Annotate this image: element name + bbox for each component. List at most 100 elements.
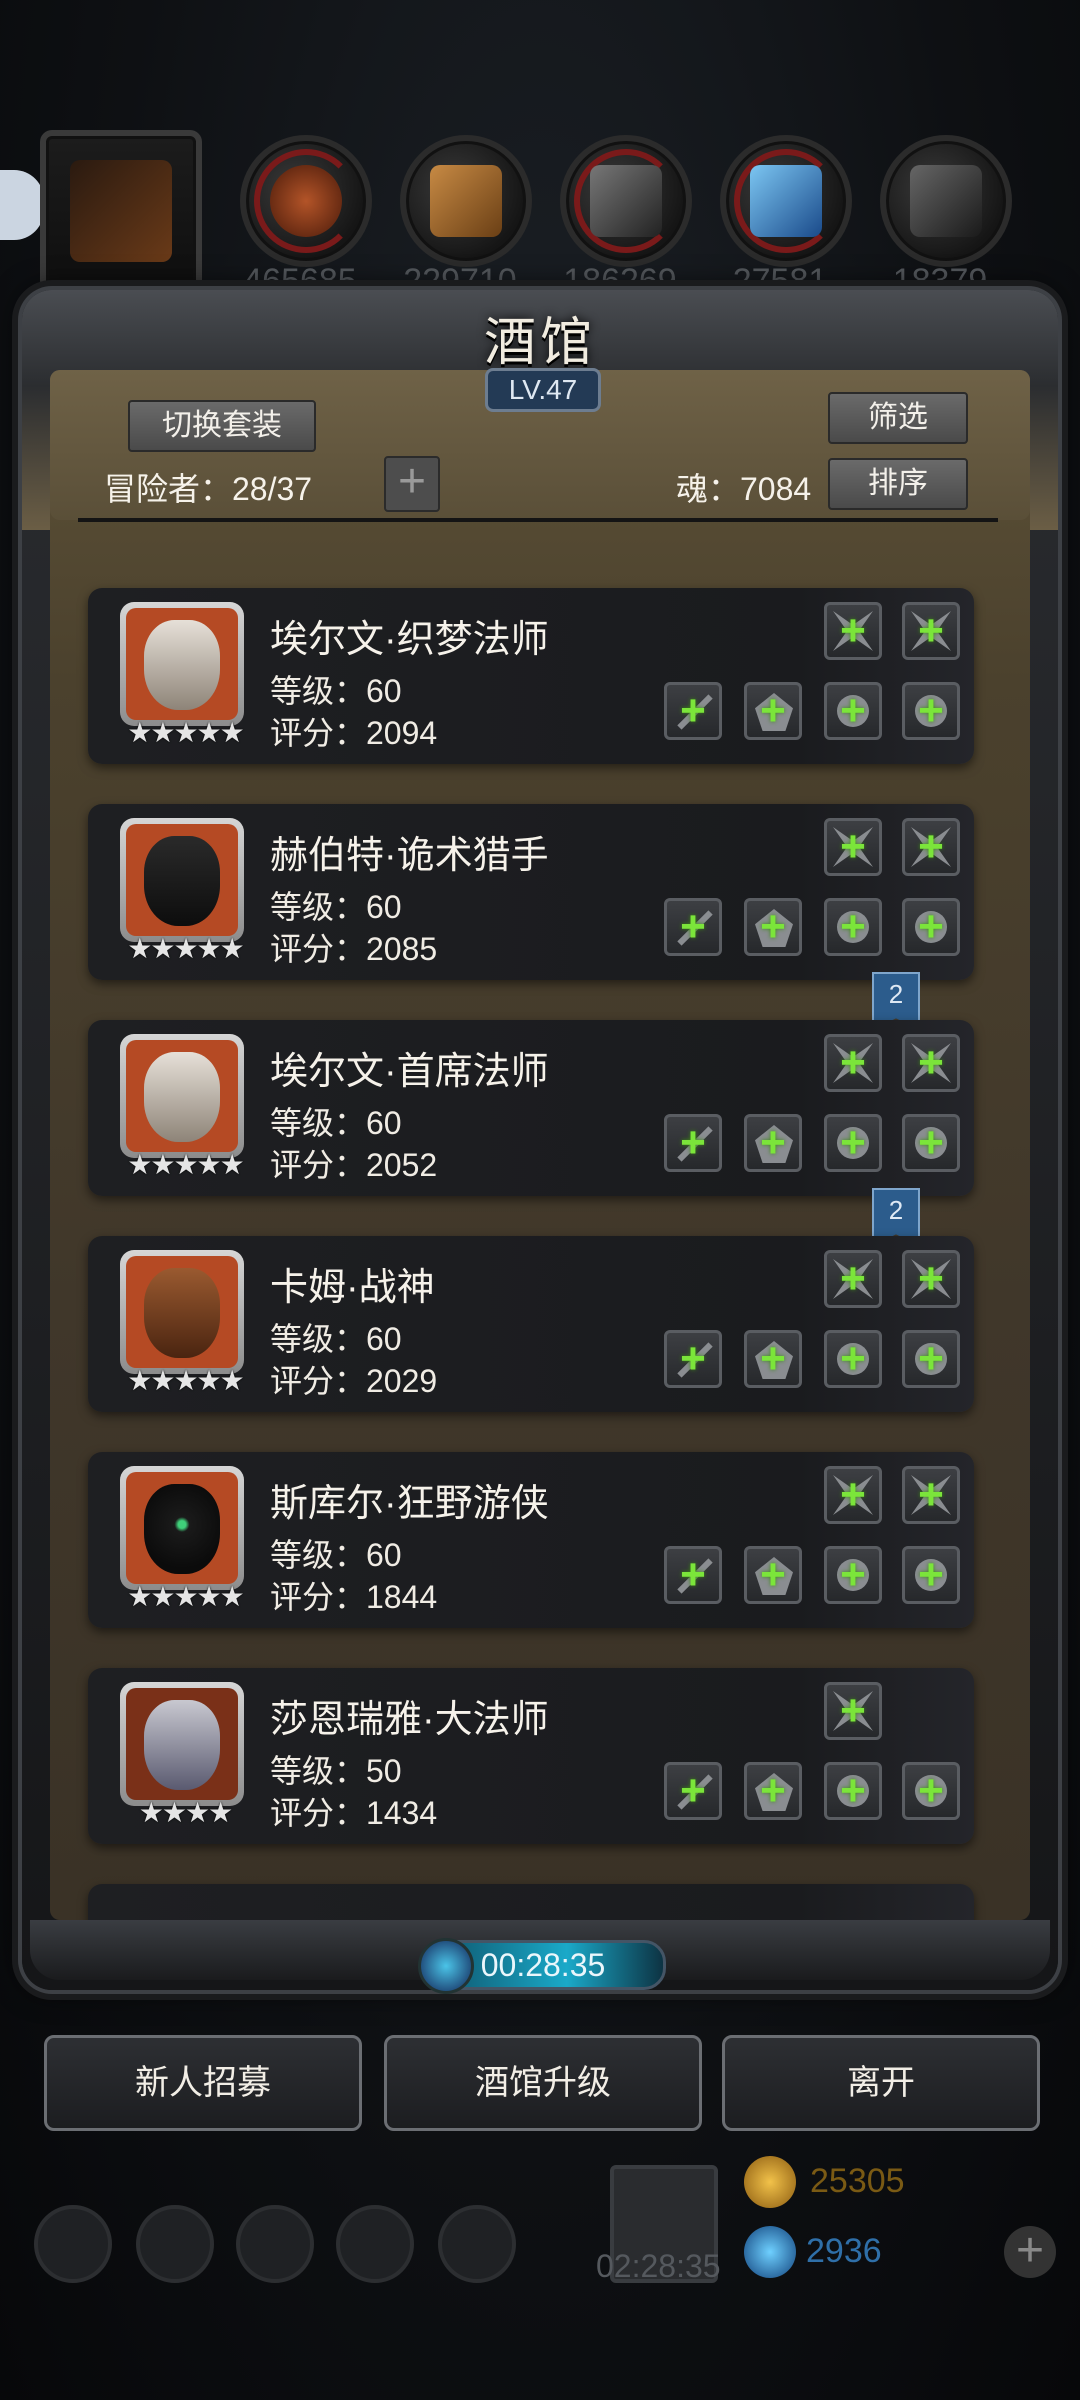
hero-score: 评分：1844 (270, 1579, 438, 1615)
switch-outfit-button[interactable]: 切换套装 (128, 400, 316, 452)
achievement-icon[interactable] (136, 2205, 214, 2283)
warrior-face-icon (144, 1268, 220, 1358)
equip-slot-armor[interactable]: + (824, 1466, 882, 1524)
hero-score: 评分：2029 (270, 1363, 438, 1399)
hero-level: 等级：60 (270, 673, 402, 709)
star-rating: ★★★★★ (127, 1149, 245, 1180)
equip-slot-ring[interactable]: + (902, 1546, 960, 1604)
team-icon[interactable] (438, 2205, 516, 2283)
hero-score: 评分：2052 (270, 1147, 438, 1183)
meat-icon (270, 165, 342, 237)
equip-slot-ring[interactable]: + (824, 1114, 882, 1172)
hero-level: 等级：60 (270, 1321, 402, 1357)
equip-slot-ring[interactable]: + (902, 682, 960, 740)
hero-card[interactable]: ★★★★★ 赫伯特·诡术猎手 等级：60 评分：2085 + + + + + + (88, 804, 974, 980)
leave-button[interactable]: 离开 (722, 2035, 1040, 2131)
wood-icon (430, 165, 502, 237)
hero-card[interactable]: ★★★★ 莎恩瑞雅·大法师 等级：50 评分：1434 + + + + + (88, 1668, 974, 1844)
equip-slot-helm[interactable]: + (744, 1114, 802, 1172)
resource-slot-selected[interactable] (40, 130, 202, 292)
hero-card[interactable]: ★★★★★ 埃尔文·织梦法师 等级：60 评分：2094 + + + + + + (88, 588, 974, 764)
equip-slot-helm[interactable]: + (744, 898, 802, 956)
star-rating: ★★★★★ (127, 717, 245, 748)
recruit-button[interactable]: 新人招募 (44, 2035, 362, 2131)
equip-slot-ring[interactable]: + (902, 1762, 960, 1820)
hero-name: 埃尔文·首席法师 (270, 1051, 549, 1093)
equip-slot-armor[interactable]: + (824, 1034, 882, 1092)
hooded-face-icon (144, 1484, 220, 1574)
hero-level: 等级：60 (270, 889, 402, 925)
masked-face-icon (144, 836, 220, 926)
equip-slot-weapon[interactable]: + (664, 1762, 722, 1820)
equip-slot-ring[interactable]: + (824, 1330, 882, 1388)
equip-slot-ring[interactable]: + (902, 1114, 960, 1172)
gem-icon (744, 2226, 796, 2278)
equip-slot-weapon[interactable]: + (664, 898, 722, 956)
equip-slot-armor[interactable]: + (824, 602, 882, 660)
hero-card[interactable]: ★★★★★ 卡姆·战神 等级：60 评分：2029 + + + + + + (88, 1236, 974, 1412)
star-rating: ★★★★★ (127, 1365, 245, 1396)
equip-slot-armor[interactable]: + (824, 1250, 882, 1308)
equip-slot-weapon[interactable]: + (664, 1114, 722, 1172)
hero-score: 评分：1434 (270, 1795, 438, 1831)
hero-card[interactable]: ★★★★★ 斯库尔·狂野游侠 等级：60 评分：1844 + + + + + + (88, 1452, 974, 1628)
iron-icon (590, 165, 662, 237)
resource-slot-4[interactable] (720, 135, 852, 267)
equip-slot-helm[interactable]: + (744, 1546, 802, 1604)
equip-slot-ring[interactable]: + (824, 1762, 882, 1820)
hero-card[interactable] (88, 1884, 974, 1924)
panel-title: 酒馆 (483, 313, 596, 373)
gift-timer: 02:28:35 (596, 2248, 721, 2284)
hero-portrait (120, 1034, 244, 1158)
equip-slot-helm[interactable]: + (744, 1762, 802, 1820)
mail-icon[interactable] (336, 2205, 414, 2283)
equip-slot-ring[interactable]: + (902, 898, 960, 956)
equip-slot-armor[interactable]: + (824, 1682, 882, 1740)
equip-slot-ring[interactable]: + (824, 898, 882, 956)
hero-level: 等级：50 (270, 1753, 402, 1789)
equip-slot-weapon[interactable]: + (664, 1330, 722, 1388)
settings-icon[interactable] (34, 2205, 112, 2283)
sorceress-face-icon (144, 1700, 220, 1790)
crystal-icon (750, 165, 822, 237)
gold-amount: 25305 (810, 2162, 905, 2200)
add-currency-button[interactable]: + (1004, 2226, 1056, 2278)
equip-slot-armor[interactable]: + (902, 818, 960, 876)
guild-icon[interactable] (236, 2205, 314, 2283)
resource-slot-5[interactable] (880, 135, 1012, 267)
resource-slot-3[interactable] (560, 135, 692, 267)
equip-slot-armor[interactable]: + (902, 602, 960, 660)
star-rating: ★★★★ (138, 1797, 233, 1828)
equip-slot-weapon[interactable]: + (664, 682, 722, 740)
equip-slot-armor[interactable]: + (902, 1034, 960, 1092)
add-slot-button[interactable]: + (384, 456, 440, 512)
adventurer-count: 冒险者：28/37 (104, 471, 313, 507)
equip-slot-ring[interactable]: + (824, 1546, 882, 1604)
equip-slot-ring[interactable]: + (902, 1330, 960, 1388)
equip-slot-armor[interactable]: + (902, 1466, 960, 1524)
equip-slot-ring[interactable]: + (824, 682, 882, 740)
chat-bubble-icon[interactable] (0, 170, 44, 240)
elf-face-icon (144, 1052, 220, 1142)
hero-name: 卡姆·战神 (270, 1267, 435, 1309)
hero-score: 评分：2085 (270, 931, 438, 967)
resource-slot-1[interactable] (240, 135, 372, 267)
hero-level: 等级：60 (270, 1537, 402, 1573)
hero-name: 埃尔文·织梦法师 (270, 619, 549, 661)
filter-button[interactable]: 筛选 (828, 392, 968, 444)
equip-slot-weapon[interactable]: + (664, 1546, 722, 1604)
equip-slot-helm[interactable]: + (744, 682, 802, 740)
sort-button[interactable]: 排序 (828, 458, 968, 510)
upgrade-tavern-button[interactable]: 酒馆升级 (384, 2035, 702, 2131)
equip-slot-helm[interactable]: + (744, 1330, 802, 1388)
hero-level: 等级：60 (270, 1105, 402, 1141)
star-rating: ★★★★★ (127, 933, 245, 964)
hero-name: 斯库尔·狂野游侠 (270, 1483, 549, 1525)
equip-slot-armor[interactable]: + (824, 818, 882, 876)
resource-slot-2[interactable] (400, 135, 532, 267)
hero-name: 莎恩瑞雅·大法师 (270, 1699, 549, 1741)
equip-slot-armor[interactable]: + (902, 1250, 960, 1308)
hero-score: 评分：2094 (270, 715, 438, 751)
hero-portrait (120, 602, 244, 726)
hero-card[interactable]: ★★★★★ 埃尔文·首席法师 等级：60 评分：2052 + + + + + + (88, 1020, 974, 1196)
